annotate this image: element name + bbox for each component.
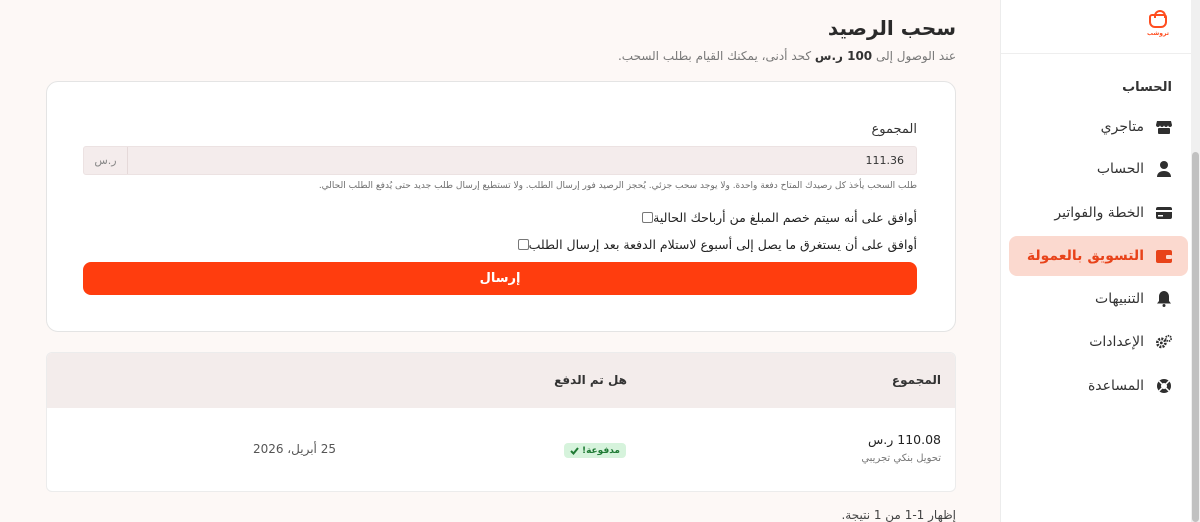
credit-card-icon	[1156, 205, 1172, 221]
row-amount: 110.08 ر.س	[868, 432, 941, 447]
sidebar-item-label: المساعدة	[1087, 378, 1144, 394]
agree-week-label[interactable]: أوافق على أن يستغرق ما يصل إلى أسبوع لاس…	[529, 237, 917, 252]
table-row: 110.08 ر.س تحويل بنكي تجريبي مدفوعة! 25 …	[47, 408, 955, 491]
agree-deduct-label[interactable]: أوافق على أنه سيتم خصم المبلغ من أرباحك …	[653, 210, 917, 225]
badge-text: مدفوعة!	[581, 445, 620, 456]
sidebar-item-settings[interactable]: الإعدادات	[1009, 322, 1188, 362]
withdraw-hint: طلب السحب يأخذ كل رصيدك المتاح دفعة واحد…	[318, 181, 917, 191]
sidebar-item-label: الخطة والفواتير	[1054, 205, 1144, 221]
submit-button[interactable]: إرسال	[83, 262, 917, 295]
sidebar-item-label: التنبيهات	[1095, 291, 1144, 307]
sidebar-item-account[interactable]: الحساب	[1009, 149, 1188, 189]
scrollbar-track[interactable]	[1191, 0, 1200, 522]
agree-deduct-row[interactable]: أوافق على أنه سيتم خصم المبلغ من أرباحك …	[640, 210, 917, 225]
row-date: 25 أبريل، 2026	[252, 442, 336, 456]
check-icon	[570, 446, 579, 455]
row-method: تحويل بنكي تجريبي	[861, 453, 941, 464]
scrollbar-thumb[interactable]	[1192, 152, 1199, 522]
total-label: المجموع	[871, 122, 917, 137]
brand-logo[interactable]: تروشب	[1146, 10, 1170, 42]
logo-text: تروشب	[1147, 30, 1169, 37]
sidebar-item-affiliate[interactable]: التسويق بالعمولة	[1009, 236, 1188, 276]
pagination-summary: إظهار 1-1 من 1 نتيجة.	[841, 508, 956, 522]
sidebar-item-label: الإعدادات	[1089, 334, 1144, 350]
sidebar-item-help[interactable]: المساعدة	[1009, 366, 1188, 406]
withdraw-form-card: المجموع 111.36 ر.س طلب السحب يأخذ كل رصي…	[46, 81, 956, 332]
sidebar-section-title: الحساب	[1122, 80, 1172, 95]
sidebar-item-my-stores[interactable]: متاجري	[1009, 107, 1188, 147]
user-icon	[1156, 161, 1172, 177]
store-icon	[1156, 119, 1172, 135]
column-paid: هل تم الدفع	[554, 373, 627, 387]
sidebar-item-label: متاجري	[1100, 119, 1144, 135]
sidebar-item-label: التسويق بالعمولة	[1026, 248, 1144, 264]
gears-icon	[1156, 334, 1172, 350]
page-title: سحب الرصيد	[827, 16, 956, 40]
shopping-bag-icon	[1149, 10, 1167, 28]
wallet-icon	[1156, 248, 1172, 264]
lifebuoy-icon	[1156, 378, 1172, 394]
sidebar-item-notifications[interactable]: التنبيهات	[1009, 279, 1188, 319]
column-total: المجموع	[891, 373, 941, 387]
sidebar-item-plan-billing[interactable]: الخطة والفواتير	[1009, 193, 1188, 233]
amount-value[interactable]: 111.36	[128, 154, 916, 167]
minimum-amount: 100 ر.س	[814, 49, 873, 63]
agree-week-checkbox[interactable]	[517, 239, 529, 250]
withdrawals-table: المجموع هل تم الدفع 110.08 ر.س تحويل بنك…	[46, 352, 956, 492]
amount-field[interactable]: 111.36 ر.س	[83, 146, 917, 175]
bell-icon	[1156, 291, 1172, 307]
page-subtitle: عند الوصول إلى 100 ر.س كحد أدنى، يمكنك ا…	[618, 49, 956, 63]
currency-unit: ر.س	[84, 147, 128, 174]
table-header: المجموع هل تم الدفع	[47, 353, 955, 408]
status-badge: مدفوعة!	[563, 443, 626, 458]
agree-deduct-checkbox[interactable]	[642, 212, 654, 223]
subtitle-suffix: كحد أدنى، يمكنك القيام بطلب السحب.	[617, 49, 812, 63]
agree-week-row[interactable]: أوافق على أن يستغرق ما يصل إلى أسبوع لاس…	[516, 237, 917, 252]
subtitle-prefix: عند الوصول إلى	[876, 49, 956, 63]
sidebar: تروشب الحساب متاجري الحساب الخطة والفوات…	[1000, 0, 1200, 522]
logo-area: تروشب	[1001, 0, 1200, 54]
sidebar-item-label: الحساب	[1096, 161, 1144, 177]
